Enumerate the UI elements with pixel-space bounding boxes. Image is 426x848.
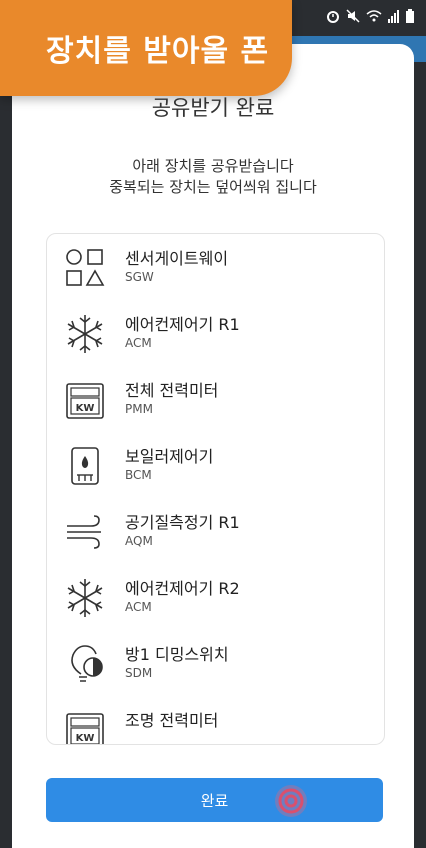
device-name: 공기질측정기 R1 <box>125 513 240 532</box>
kw-meter-icon: KW <box>63 378 107 422</box>
device-code: ACM <box>125 336 152 350</box>
wifi-icon <box>366 9 382 27</box>
shapes-icon <box>63 246 107 290</box>
kw-meter-icon: KW <box>63 708 107 744</box>
device-name: 조명 전력미터 <box>125 711 219 730</box>
boiler-icon <box>63 444 107 488</box>
done-button[interactable]: 완료 <box>46 778 383 822</box>
touch-indicator-icon <box>273 783 309 819</box>
badge-label: 장치를 받아올 폰 <box>46 34 270 69</box>
signal-icon <box>388 9 400 27</box>
list-item: KW 전체 전력미터 PMM <box>47 366 384 432</box>
svg-text:KW: KW <box>76 403 95 414</box>
list-item: 에어컨제어기 R2 ACM <box>47 564 384 630</box>
device-code: PMM <box>125 402 153 416</box>
bulb-icon <box>63 642 107 686</box>
device-name: 방1 디밍스위치 <box>125 645 229 664</box>
device-code: ACM <box>125 600 152 614</box>
device-code: SGW <box>125 270 154 284</box>
list-item: 방1 디밍스위치 SDM <box>47 630 384 696</box>
device-name: 전체 전력미터 <box>125 381 219 400</box>
wind-icon <box>63 510 107 554</box>
device-name: 센서게이트웨이 <box>125 249 229 268</box>
device-code: BCM <box>125 468 152 482</box>
list-item: 에어컨제어기 R1 ACM <box>47 300 384 366</box>
description: 아래 장치를 공유받습니다 중복되는 장치는 덮어씌워 집니다 <box>12 156 414 198</box>
device-name: 에어컨제어기 R2 <box>125 579 240 598</box>
snowflake-icon <box>63 312 107 356</box>
snowflake-icon <box>63 576 107 620</box>
receiving-phone-badge: 장치를 받아올 폰 <box>0 0 292 96</box>
alarm-icon <box>326 9 340 27</box>
battery-icon <box>406 9 414 27</box>
mute-icon <box>346 9 360 27</box>
description-line: 중복되는 장치는 덮어씌워 집니다 <box>109 178 317 196</box>
device-name: 에어컨제어기 R1 <box>125 315 240 334</box>
list-item: 보일러제어기 BCM <box>47 432 384 498</box>
list-item: KW 조명 전력미터 <box>47 696 384 744</box>
list-item: 센서게이트웨이 SGW <box>47 234 384 300</box>
device-name: 보일러제어기 <box>125 447 214 466</box>
description-line: 아래 장치를 공유받습니다 <box>132 157 294 175</box>
list-item: 공기질측정기 R1 AQM <box>47 498 384 564</box>
page-title: 공유받기 완료 <box>151 96 275 120</box>
device-code: SDM <box>125 666 153 680</box>
svg-text:KW: KW <box>76 733 95 744</box>
done-button-label: 완료 <box>200 791 229 810</box>
device-code: AQM <box>125 534 153 548</box>
device-list[interactable]: 센서게이트웨이 SGW 에어컨제어기 R1 ACM KW 전체 전력미터 PMM… <box>46 233 385 745</box>
